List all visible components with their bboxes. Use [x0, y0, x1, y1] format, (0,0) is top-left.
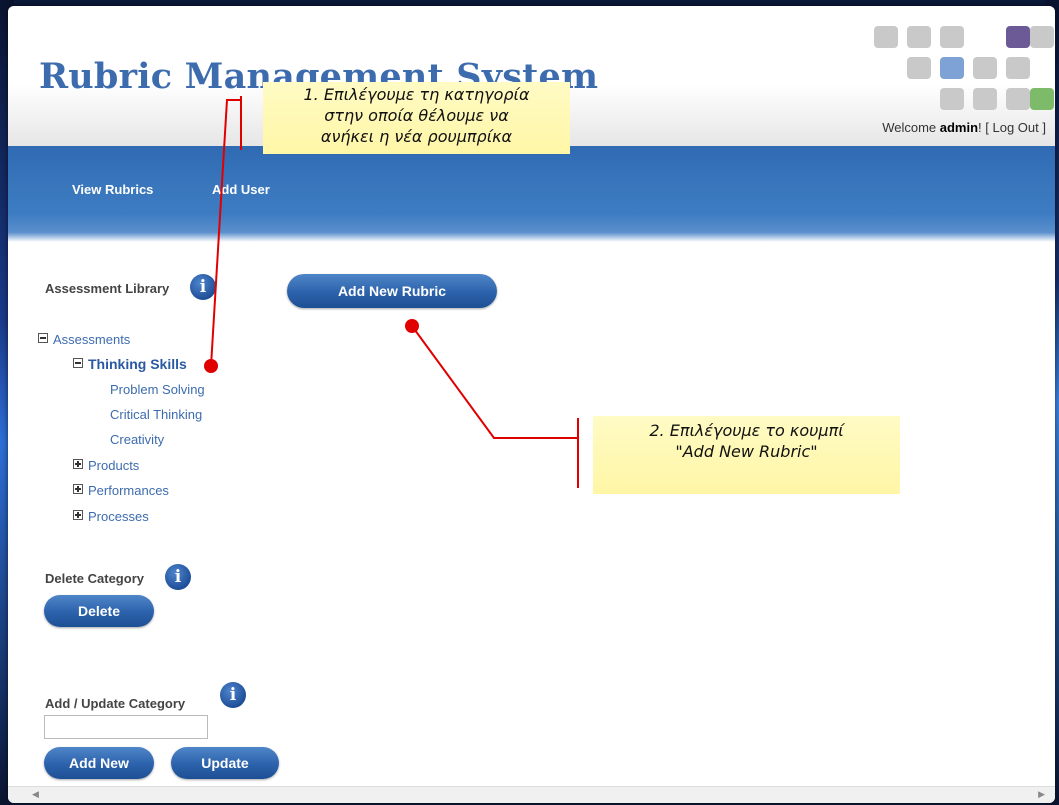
annotation-callout-2: 2. Επιλέγουμε το κουμπί "Add New Rubric" [593, 416, 900, 494]
callout-2-line-1: 2. Επιλέγουμε το κουμπί [649, 421, 844, 440]
callout-1-line-2: στην οποία θέλουμε να [324, 106, 509, 125]
annotation-leader-2 [411, 325, 578, 439]
annotation-dot-1 [204, 359, 218, 373]
annotation-callout-1: 1. Επιλέγουμε τη κατηγορία στην οποία θέ… [263, 82, 570, 154]
annotation-dot-2 [405, 319, 419, 333]
annotation-leader-1 [210, 99, 241, 367]
callout-1-line-3: ανήκει η νέα ρουμπρίκα [320, 127, 513, 146]
callout-1-line-1: 1. Επιλέγουμε τη κατηγορία [303, 85, 530, 104]
callout-2-line-2: "Add New Rubric" [675, 442, 818, 461]
